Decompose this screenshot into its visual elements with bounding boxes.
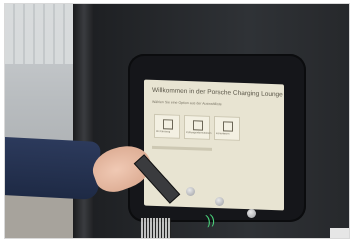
person-arm [5,137,101,200]
hardware-button-4 [247,209,256,218]
charging-station-photo: Willkommen in der Porsche Charging Loung… [5,4,349,238]
payment-icon [193,120,203,131]
screen-tile-label: Kartenlesen [216,132,230,136]
screen-subtitle: Wählen Sie eine Option aus der Auswahlli… [152,99,222,107]
screen-tile-payment: Zahlungsinformationen [184,114,212,140]
screen-tile-card: Kartenlesen [214,116,240,141]
screen-tile-vehicle: Ihr Fahrzeug [154,113,180,139]
qr-code-sticker [141,218,171,238]
station-pole [73,4,95,238]
card-icon [223,121,233,132]
screen-title: Willkommen in der Porsche Charging Loung… [152,86,283,99]
screen-tile-label: Ihr Fahrzeug [156,129,171,134]
label-sticker [330,228,349,238]
car-icon [163,119,173,130]
screen-tile-label: Zahlungsinformationen [186,131,212,135]
hardware-button-2 [186,187,195,196]
hardware-button-3 [215,197,224,206]
screen-footer-bar [152,145,212,151]
